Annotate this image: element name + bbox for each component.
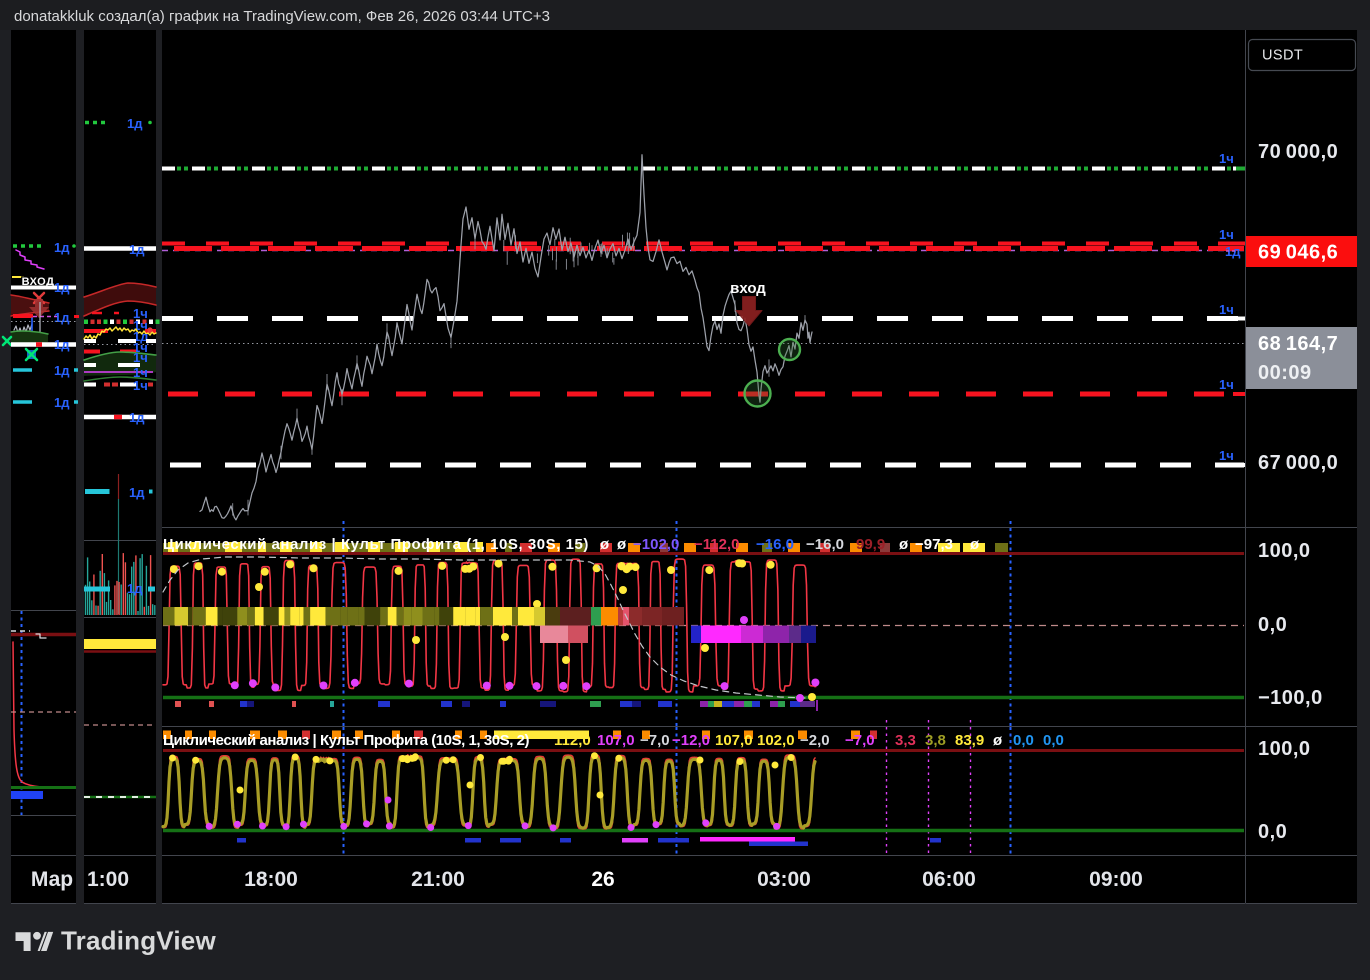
- svg-text:−112,0: −112,0: [694, 536, 739, 553]
- svg-text:09:00: 09:00: [1089, 868, 1143, 891]
- svg-text:−16,0: −16,0: [756, 536, 794, 553]
- svg-text:21:00: 21:00: [411, 868, 465, 891]
- svg-text:−97,3: −97,3: [915, 536, 953, 553]
- svg-text:67 000,0: 67 000,0: [1258, 452, 1338, 474]
- svg-text:68 164,7: 68 164,7: [1258, 333, 1338, 355]
- svg-text:donatakkluk создал(а) график н: donatakkluk создал(а) график на TradingV…: [14, 8, 550, 25]
- svg-text:1д: 1д: [127, 581, 143, 596]
- svg-text:06:00: 06:00: [922, 868, 976, 891]
- svg-text:1д: 1д: [129, 242, 145, 257]
- svg-text:1ч: 1ч: [1219, 377, 1234, 392]
- svg-text:3,8: 3,8: [925, 732, 946, 749]
- svg-text:1д: 1д: [54, 337, 70, 352]
- svg-text:102,0: 102,0: [757, 732, 795, 749]
- svg-text:1ч: 1ч: [133, 350, 148, 365]
- svg-text:−12,0: −12,0: [672, 732, 710, 749]
- svg-text:−100,0: −100,0: [1258, 687, 1323, 709]
- svg-text:99,9: 99,9: [856, 536, 885, 553]
- svg-text:ø: ø: [617, 536, 627, 553]
- svg-text:−2,0: −2,0: [800, 732, 830, 749]
- svg-text:1д: 1д: [129, 410, 145, 425]
- svg-text:1д: 1д: [54, 280, 70, 295]
- svg-text:USDT: USDT: [1262, 48, 1303, 64]
- svg-text:107,0: 107,0: [715, 732, 753, 749]
- svg-text:TradingView: TradingView: [61, 926, 216, 956]
- svg-text:1д: 1д: [127, 116, 143, 131]
- svg-text:3,3: 3,3: [895, 732, 916, 749]
- svg-text:0,0: 0,0: [1258, 821, 1287, 843]
- svg-text:−102,0: −102,0: [633, 536, 679, 553]
- svg-text:ø: ø: [600, 536, 610, 553]
- svg-text:1:00: 1:00: [87, 868, 129, 891]
- svg-text:112,0: 112,0: [554, 732, 591, 749]
- svg-text:−7,0: −7,0: [640, 732, 670, 749]
- svg-text:ø: ø: [993, 732, 1003, 749]
- svg-text:0,0: 0,0: [1013, 732, 1034, 749]
- svg-text:ø: ø: [899, 536, 909, 553]
- svg-text:0,0: 0,0: [1258, 614, 1287, 636]
- svg-text:Мар: Мар: [31, 868, 73, 891]
- svg-text:1д: 1д: [129, 485, 145, 500]
- svg-text:18:00: 18:00: [244, 868, 298, 891]
- svg-text:1ч: 1ч: [1219, 151, 1234, 166]
- svg-text:1д: 1д: [54, 363, 70, 378]
- svg-text:70 000,0: 70 000,0: [1258, 141, 1338, 163]
- svg-text:ø: ø: [970, 536, 980, 553]
- svg-text:Циклический анализ | Культ Про: Циклический анализ | Культ Профита (1, 1…: [163, 536, 589, 553]
- svg-text:1ч: 1ч: [1219, 227, 1234, 242]
- svg-text:1ч: 1ч: [1219, 302, 1234, 317]
- svg-text:1д: 1д: [54, 395, 70, 410]
- svg-text:−16,0: −16,0: [806, 536, 844, 553]
- svg-text:83,9: 83,9: [955, 732, 984, 749]
- svg-text:вход: вход: [730, 280, 766, 297]
- svg-text:00:09: 00:09: [1258, 362, 1312, 384]
- svg-text:1д: 1д: [54, 240, 70, 255]
- svg-text:03:00: 03:00: [757, 868, 811, 891]
- svg-text:−7,0: −7,0: [845, 732, 875, 749]
- svg-text:Циклический анализ | Культ Про: Циклический анализ | Культ Профита (10S,…: [163, 732, 530, 749]
- svg-text:1ч: 1ч: [133, 378, 148, 393]
- svg-text:107,0: 107,0: [597, 732, 635, 749]
- svg-text:100,0: 100,0: [1258, 540, 1311, 562]
- svg-text:26: 26: [591, 868, 614, 891]
- svg-text:1ч: 1ч: [1219, 448, 1234, 463]
- svg-text:1д: 1д: [54, 310, 70, 325]
- svg-text:69 046,6: 69 046,6: [1258, 242, 1338, 264]
- svg-text:100,0: 100,0: [1258, 738, 1311, 760]
- svg-text:0,0: 0,0: [1043, 732, 1064, 749]
